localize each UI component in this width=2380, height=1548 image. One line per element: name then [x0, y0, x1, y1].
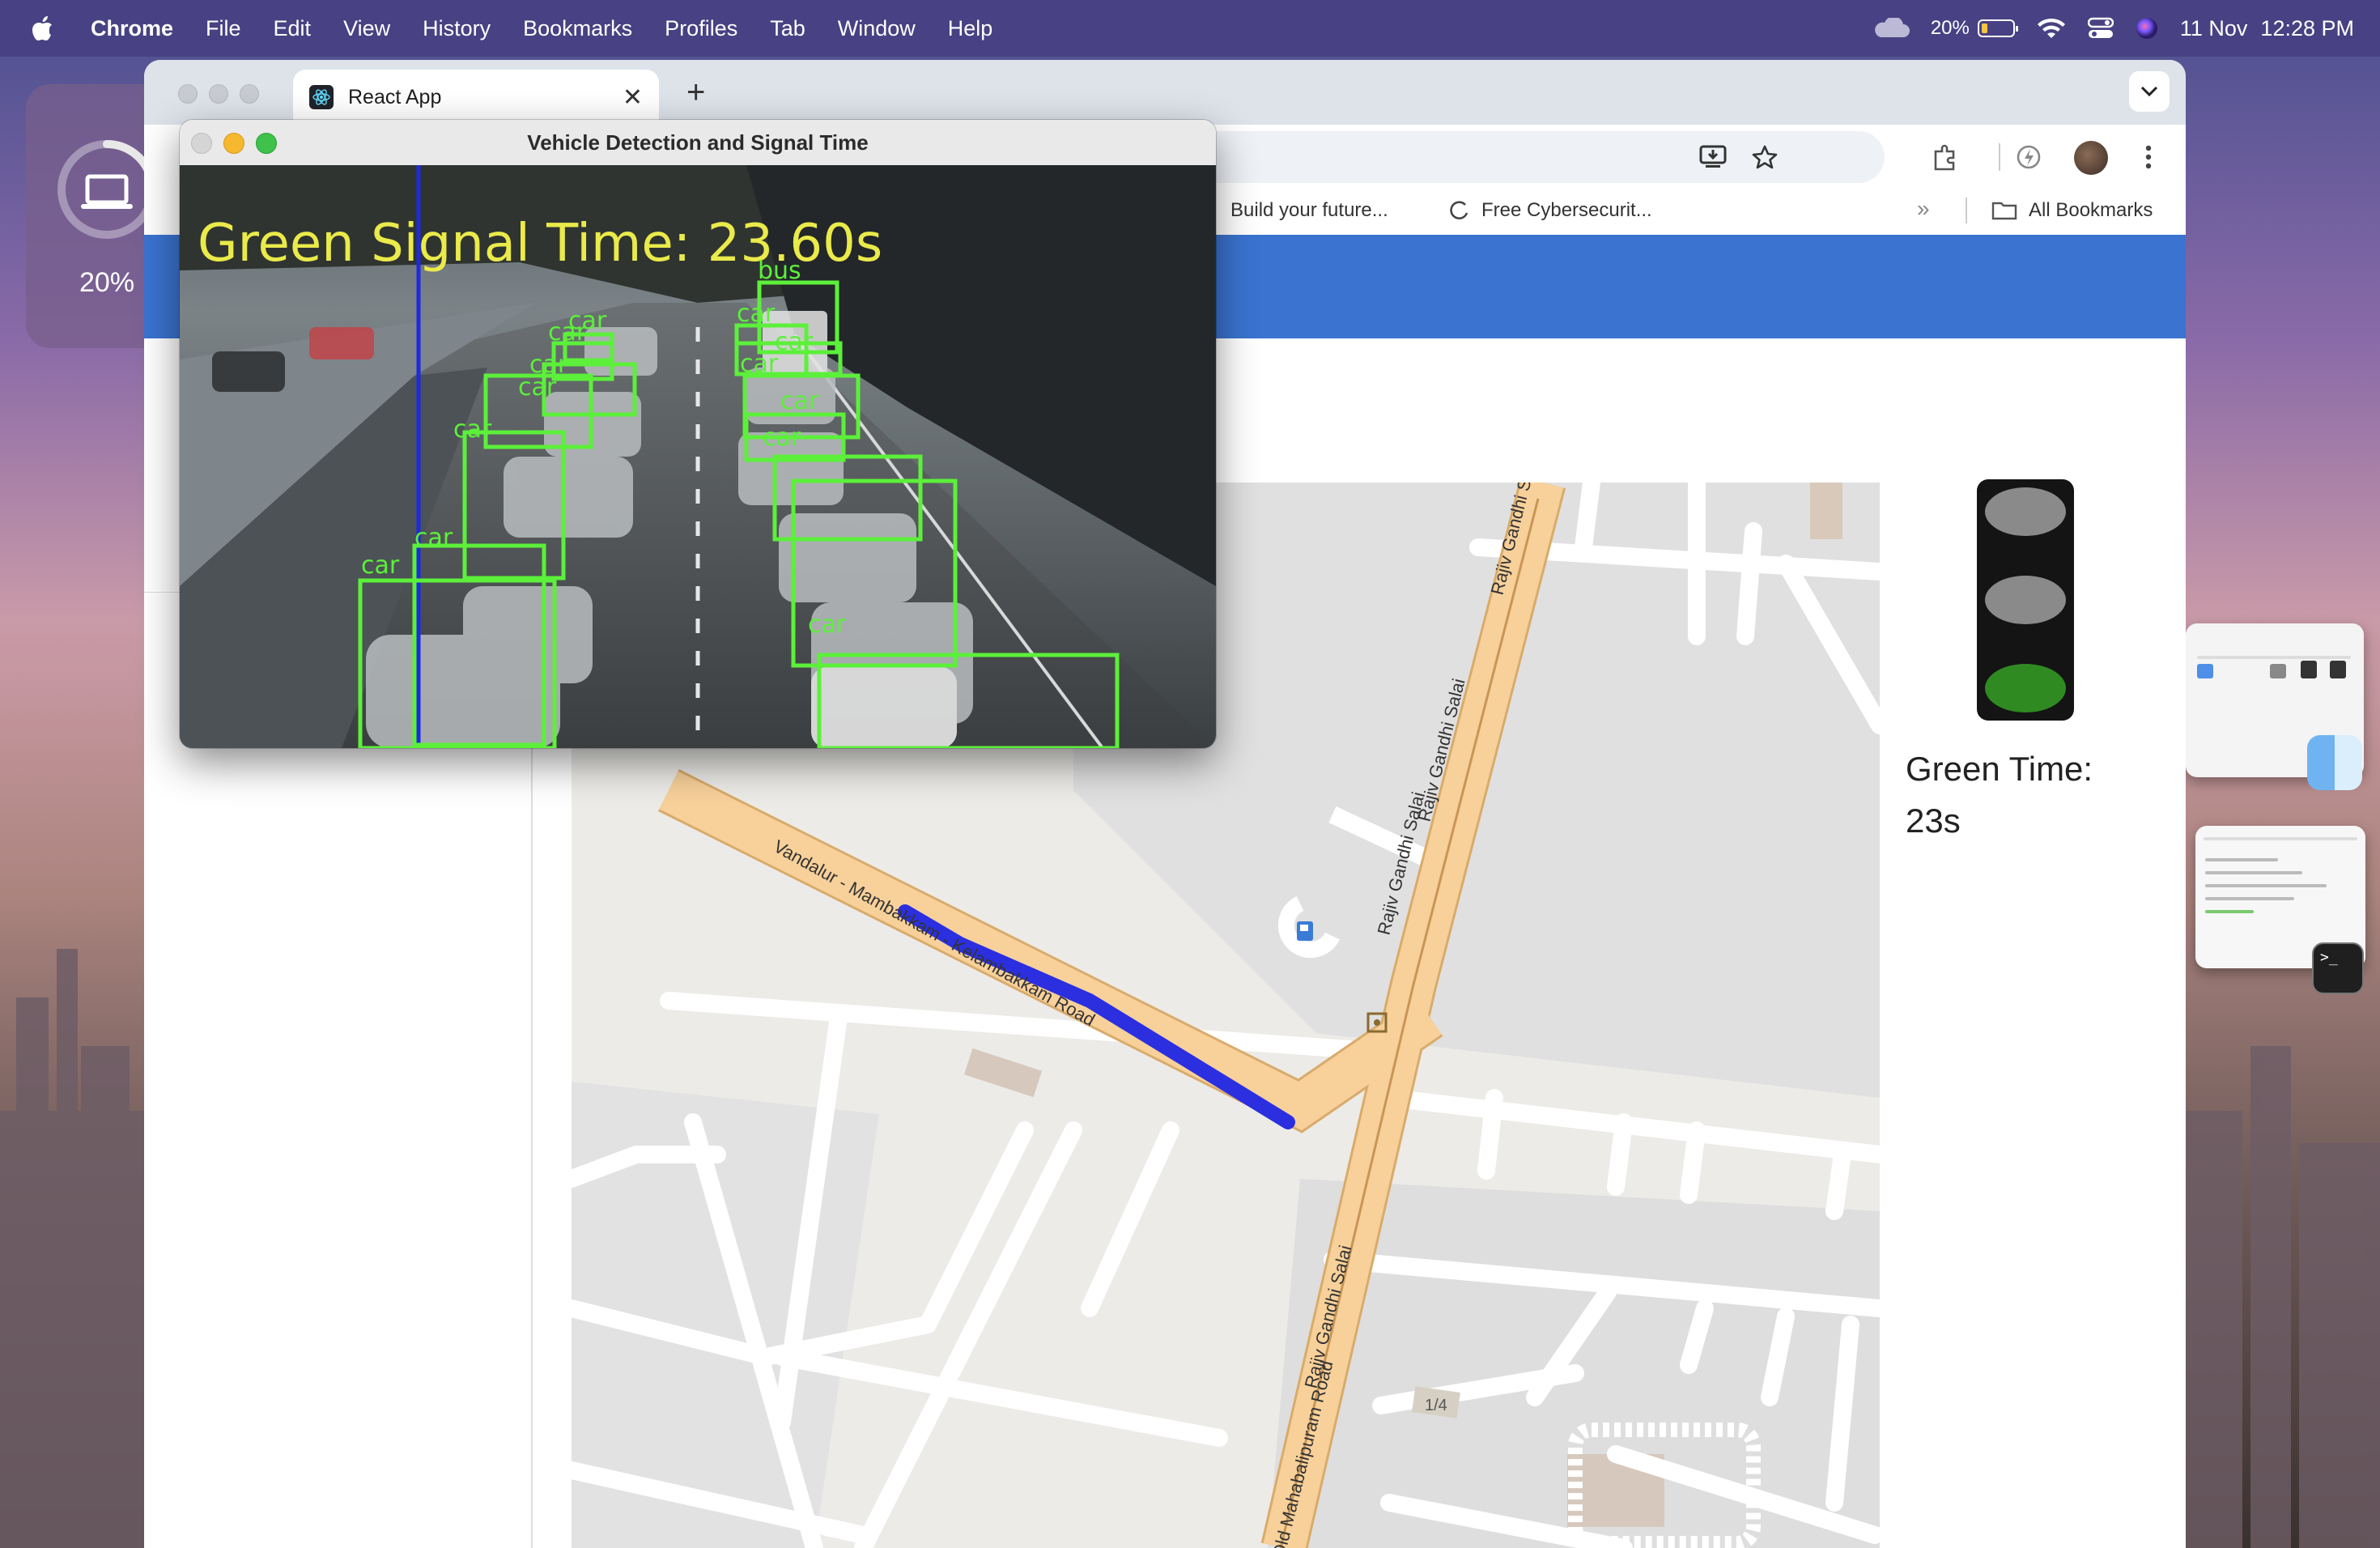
- detection-label: car: [808, 610, 847, 639]
- detection-label: car: [518, 373, 557, 402]
- battery-status[interactable]: 20%: [1930, 17, 2018, 40]
- tab-strip: React App ✕ +: [144, 60, 2186, 125]
- traffic-light: [1977, 479, 2074, 721]
- green-time-value: 23s: [1906, 802, 1961, 840]
- menu-help[interactable]: Help: [948, 16, 993, 41]
- green-time-display: Green Time: 23s: [1906, 743, 2165, 847]
- new-tab-button[interactable]: +: [686, 74, 705, 111]
- green-time-label: Green Time:: [1906, 750, 2093, 788]
- traffic-light-yellow-lamp: [1985, 576, 2066, 624]
- fuel-station-icon[interactable]: [1297, 921, 1313, 941]
- menu-window[interactable]: Window: [838, 16, 916, 41]
- finder-icon[interactable]: [2307, 735, 2362, 790]
- detection-label: bus: [758, 257, 801, 285]
- detection-label: car: [763, 423, 801, 452]
- traffic-light-green-lamp: [1985, 664, 2066, 712]
- detection-label: car: [775, 328, 814, 356]
- extensions-icon[interactable]: [1927, 139, 1962, 175]
- control-center-icon[interactable]: [2087, 17, 2114, 40]
- battery-icon: [1977, 19, 2018, 37]
- menu-time[interactable]: 12:28 PM: [2260, 16, 2354, 41]
- detection-label: car: [361, 551, 400, 580]
- all-bookmarks-label: All Bookmarks: [2029, 199, 2153, 221]
- window-zoom-button[interactable]: [240, 84, 259, 104]
- install-app-icon[interactable]: [1695, 139, 1731, 175]
- menu-edit[interactable]: Edit: [274, 16, 312, 41]
- bookmark-item-1[interactable]: Build your future...: [1230, 199, 1388, 222]
- react-favicon-icon: [309, 85, 334, 109]
- profile-avatar[interactable]: [2074, 141, 2108, 175]
- all-bookmarks-button[interactable]: All Bookmarks: [1991, 199, 2153, 222]
- bookmarks-overflow-button[interactable]: »: [1917, 196, 1930, 222]
- battery-fill: [1981, 23, 1987, 33]
- detection-label: car: [780, 387, 819, 415]
- laptop-icon: [81, 174, 133, 209]
- menu-file[interactable]: File: [206, 16, 241, 41]
- folder-icon: [1991, 202, 2017, 220]
- menu-view[interactable]: View: [343, 16, 390, 41]
- battery-percent: 20%: [1930, 17, 1970, 39]
- menu-bookmarks[interactable]: Bookmarks: [523, 16, 632, 41]
- apple-menu-icon[interactable]: [31, 15, 55, 41]
- menu-bar: Chrome File Edit View History Bookmarks …: [0, 0, 2380, 57]
- wifi-icon[interactable]: [2036, 16, 2067, 40]
- tab-search-button[interactable]: [2129, 71, 2170, 112]
- cv-window-title: Vehicle Detection and Signal Time: [527, 130, 869, 155]
- traffic-light-red-lamp: [1985, 487, 2066, 536]
- menu-date[interactable]: 11 Nov: [2180, 16, 2248, 41]
- bookmark-item-1-label: Build your future...: [1230, 199, 1388, 221]
- terminal-icon[interactable]: >_: [2312, 942, 2364, 994]
- menu-history[interactable]: History: [423, 16, 491, 41]
- menu-profiles[interactable]: Profiles: [665, 16, 737, 41]
- window-minimize-button[interactable]: [209, 84, 228, 104]
- cloud-icon[interactable]: [1872, 18, 1910, 39]
- tab-close-icon[interactable]: ✕: [623, 83, 643, 112]
- tab-react-app[interactable]: React App ✕: [293, 70, 659, 125]
- performance-icon[interactable]: [2011, 139, 2046, 175]
- cv-window-titlebar[interactable]: Vehicle Detection and Signal Time: [180, 120, 1216, 166]
- bookmark-item-2[interactable]: Free Cybersecurit...: [1449, 199, 1652, 222]
- bookmarks-separator: [1966, 198, 1967, 223]
- map-marker-label: 1/4: [1425, 1397, 1447, 1414]
- loading-icon: [1450, 201, 1468, 219]
- chevron-down-icon: [2140, 86, 2158, 97]
- detection-label: car: [414, 524, 453, 552]
- bookmark-item-2-label: Free Cybersecurit...: [1481, 199, 1652, 221]
- vehicle-detection-window[interactable]: Vehicle Detection and Signal Time Green …: [180, 120, 1216, 748]
- kebab-menu-icon[interactable]: [2131, 139, 2166, 175]
- battery-ring: [57, 140, 156, 239]
- menu-app-name[interactable]: Chrome: [91, 16, 173, 41]
- bookmark-star-icon[interactable]: [1747, 139, 1783, 175]
- detection-video-frame: Green Signal Time: 23.60s buscarcarcar ca…: [180, 165, 1216, 748]
- window-close-button[interactable]: [178, 84, 198, 104]
- siri-icon[interactable]: [2135, 16, 2159, 40]
- detection-label: car: [740, 350, 779, 378]
- detection-label: car: [737, 300, 776, 328]
- detection-label: car: [548, 318, 587, 347]
- menu-tab[interactable]: Tab: [770, 16, 805, 41]
- detection-label: car: [453, 415, 492, 444]
- tab-title: React App: [348, 85, 442, 108]
